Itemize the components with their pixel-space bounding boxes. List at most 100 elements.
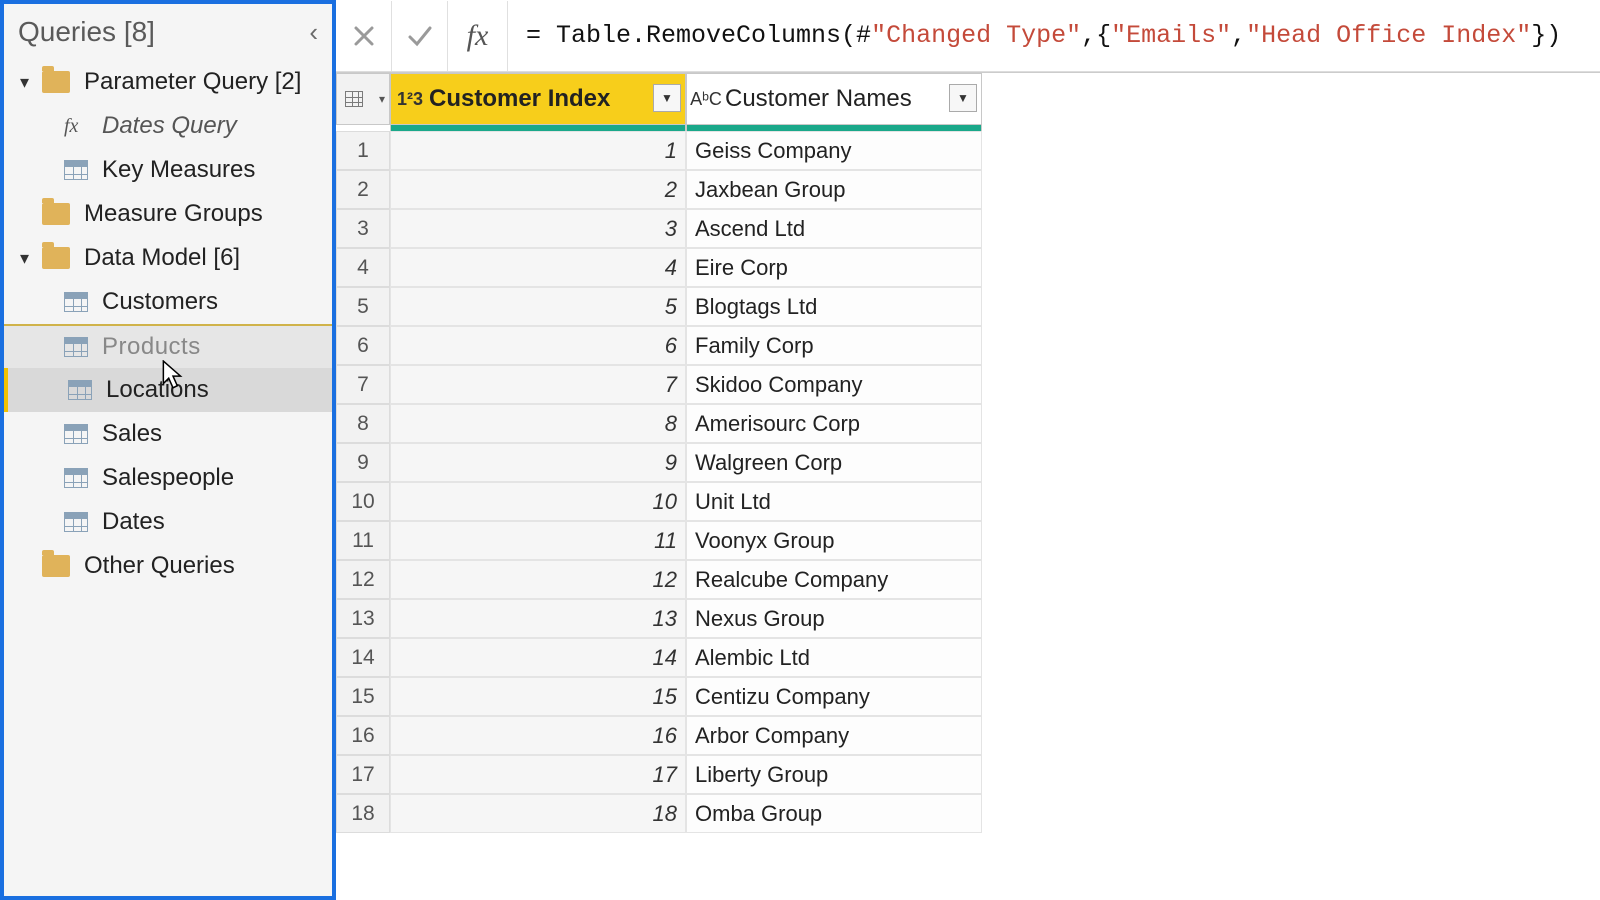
query-item-label: Dates xyxy=(102,508,165,536)
column-header-label: Customer Names xyxy=(725,85,912,113)
cell-customer-index[interactable]: 16 xyxy=(390,716,686,755)
row-number[interactable]: 11 xyxy=(336,521,390,560)
expander-down-icon[interactable]: ▾ xyxy=(20,72,38,93)
query-item[interactable]: fxDates Query xyxy=(4,104,332,148)
cell-customer-index[interactable]: 14 xyxy=(390,638,686,677)
column-filter-button[interactable]: ▼ xyxy=(653,84,681,112)
cell-customer-index[interactable]: 8 xyxy=(390,404,686,443)
folder-icon xyxy=(42,247,70,269)
query-item[interactable]: Customers xyxy=(4,280,332,324)
cell-customer-index[interactable]: 7 xyxy=(390,365,686,404)
folder-icon xyxy=(42,203,70,225)
fx-icon: fx xyxy=(448,1,508,71)
query-item[interactable]: Key Measures xyxy=(4,148,332,192)
cell-customer-index[interactable]: 9 xyxy=(390,443,686,482)
column-header-customer-index[interactable]: 1²3 Customer Index ▼ xyxy=(390,73,686,125)
queries-tree: ▾ Parameter Query [2] fxDates Query Key Mea… xyxy=(4,60,332,588)
cell-customer-name[interactable]: Unit Ltd xyxy=(686,482,982,521)
row-number[interactable]: 1 xyxy=(336,131,390,170)
query-group-label: Parameter Query [2] xyxy=(84,68,301,96)
row-number[interactable]: 16 xyxy=(336,716,390,755)
cell-customer-index[interactable]: 10 xyxy=(390,482,686,521)
table-icon xyxy=(64,512,88,532)
query-item[interactable]: Sales xyxy=(4,412,332,456)
row-number[interactable]: 14 xyxy=(336,638,390,677)
collapse-panel-button[interactable]: ‹ xyxy=(309,19,318,45)
query-group-label: Data Model [6] xyxy=(84,244,240,272)
cell-customer-index[interactable]: 13 xyxy=(390,599,686,638)
row-number[interactable]: 12 xyxy=(336,560,390,599)
cell-customer-name[interactable]: Nexus Group xyxy=(686,599,982,638)
cell-customer-name[interactable]: Walgreen Corp xyxy=(686,443,982,482)
row-number[interactable]: 6 xyxy=(336,326,390,365)
cell-customer-index[interactable]: 4 xyxy=(390,248,686,287)
cell-customer-name[interactable]: Jaxbean Group xyxy=(686,170,982,209)
cell-customer-name[interactable]: Skidoo Company xyxy=(686,365,982,404)
row-number[interactable]: 15 xyxy=(336,677,390,716)
cell-customer-index[interactable]: 11 xyxy=(390,521,686,560)
query-item[interactable]: Dates xyxy=(4,500,332,544)
row-number[interactable]: 9 xyxy=(336,443,390,482)
cell-customer-name[interactable]: Geiss Company xyxy=(686,131,982,170)
mini-table-icon xyxy=(345,91,363,107)
cell-customer-index[interactable]: 3 xyxy=(390,209,686,248)
row-number[interactable]: 17 xyxy=(336,755,390,794)
data-grid-body: 123456789101112131415161718 123456789101… xyxy=(336,131,1600,833)
query-item[interactable]: Salespeople xyxy=(4,456,332,500)
row-number[interactable]: 4 xyxy=(336,248,390,287)
query-item-label: Locations xyxy=(106,376,209,404)
cell-customer-index[interactable]: 6 xyxy=(390,326,686,365)
column-header-label: Customer Index xyxy=(429,85,610,113)
query-item-label: Sales xyxy=(102,420,162,448)
formula-bar: fx = Table.RemoveColumns(#"Changed Type"… xyxy=(336,0,1600,72)
cell-customer-name[interactable]: Centizu Company xyxy=(686,677,982,716)
table-icon xyxy=(64,468,88,488)
query-item[interactable]: Locations xyxy=(4,368,332,412)
row-number[interactable]: 18 xyxy=(336,794,390,833)
number-type-icon: 1²3 xyxy=(391,89,429,110)
row-number[interactable]: 3 xyxy=(336,209,390,248)
query-group[interactable]: Other Queries xyxy=(4,544,332,588)
cell-customer-name[interactable]: Omba Group xyxy=(686,794,982,833)
cell-customer-index[interactable]: 2 xyxy=(390,170,686,209)
cell-customer-index[interactable]: 18 xyxy=(390,794,686,833)
query-group[interactable]: ▾ Data Model [6] xyxy=(4,236,332,280)
row-number[interactable]: 7 xyxy=(336,365,390,404)
cell-customer-name[interactable]: Ascend Ltd xyxy=(686,209,982,248)
query-item-label: Key Measures xyxy=(102,156,255,184)
row-number[interactable]: 13 xyxy=(336,599,390,638)
query-group[interactable]: Measure Groups xyxy=(4,192,332,236)
cell-customer-name[interactable]: Blogtags Ltd xyxy=(686,287,982,326)
cancel-formula-button[interactable] xyxy=(336,1,392,71)
cell-customer-name[interactable]: Eire Corp xyxy=(686,248,982,287)
cell-customer-name[interactable]: Voonyx Group xyxy=(686,521,982,560)
cell-customer-index[interactable]: 5 xyxy=(390,287,686,326)
row-number[interactable]: 5 xyxy=(336,287,390,326)
query-group[interactable]: ▾ Parameter Query [2] xyxy=(4,60,332,104)
row-number[interactable]: 8 xyxy=(336,404,390,443)
cell-customer-index[interactable]: 1 xyxy=(390,131,686,170)
cell-customer-index[interactable]: 12 xyxy=(390,560,686,599)
queries-panel: Queries [8] ‹ ▾ Parameter Query [2] fxDate… xyxy=(0,0,336,900)
query-item[interactable]: Products xyxy=(4,324,332,368)
cell-customer-name[interactable]: Amerisourc Corp xyxy=(686,404,982,443)
commit-formula-button[interactable] xyxy=(392,1,448,71)
cell-customer-name[interactable]: Liberty Group xyxy=(686,755,982,794)
cell-customer-index[interactable]: 17 xyxy=(390,755,686,794)
cell-customer-name[interactable]: Realcube Company xyxy=(686,560,982,599)
queries-panel-title: Queries [8] xyxy=(18,16,155,48)
cell-customer-name[interactable]: Family Corp xyxy=(686,326,982,365)
formula-input[interactable]: = Table.RemoveColumns(#"Changed Type",{"… xyxy=(508,1,1600,71)
expander-down-icon[interactable]: ▾ xyxy=(20,248,38,269)
column-filter-button[interactable]: ▼ xyxy=(949,84,977,112)
cell-customer-index[interactable]: 15 xyxy=(390,677,686,716)
grid-corner-button[interactable]: ▾ xyxy=(336,73,390,125)
column-header-customer-names[interactable]: AᵇC Customer Names ▼ xyxy=(686,73,982,125)
text-type-icon: AᵇC xyxy=(687,89,725,110)
cell-customer-name[interactable]: Alembic Ltd xyxy=(686,638,982,677)
table-icon xyxy=(64,424,88,444)
cell-customer-name[interactable]: Arbor Company xyxy=(686,716,982,755)
row-number[interactable]: 2 xyxy=(336,170,390,209)
query-item-label: Customers xyxy=(102,288,218,316)
row-number[interactable]: 10 xyxy=(336,482,390,521)
